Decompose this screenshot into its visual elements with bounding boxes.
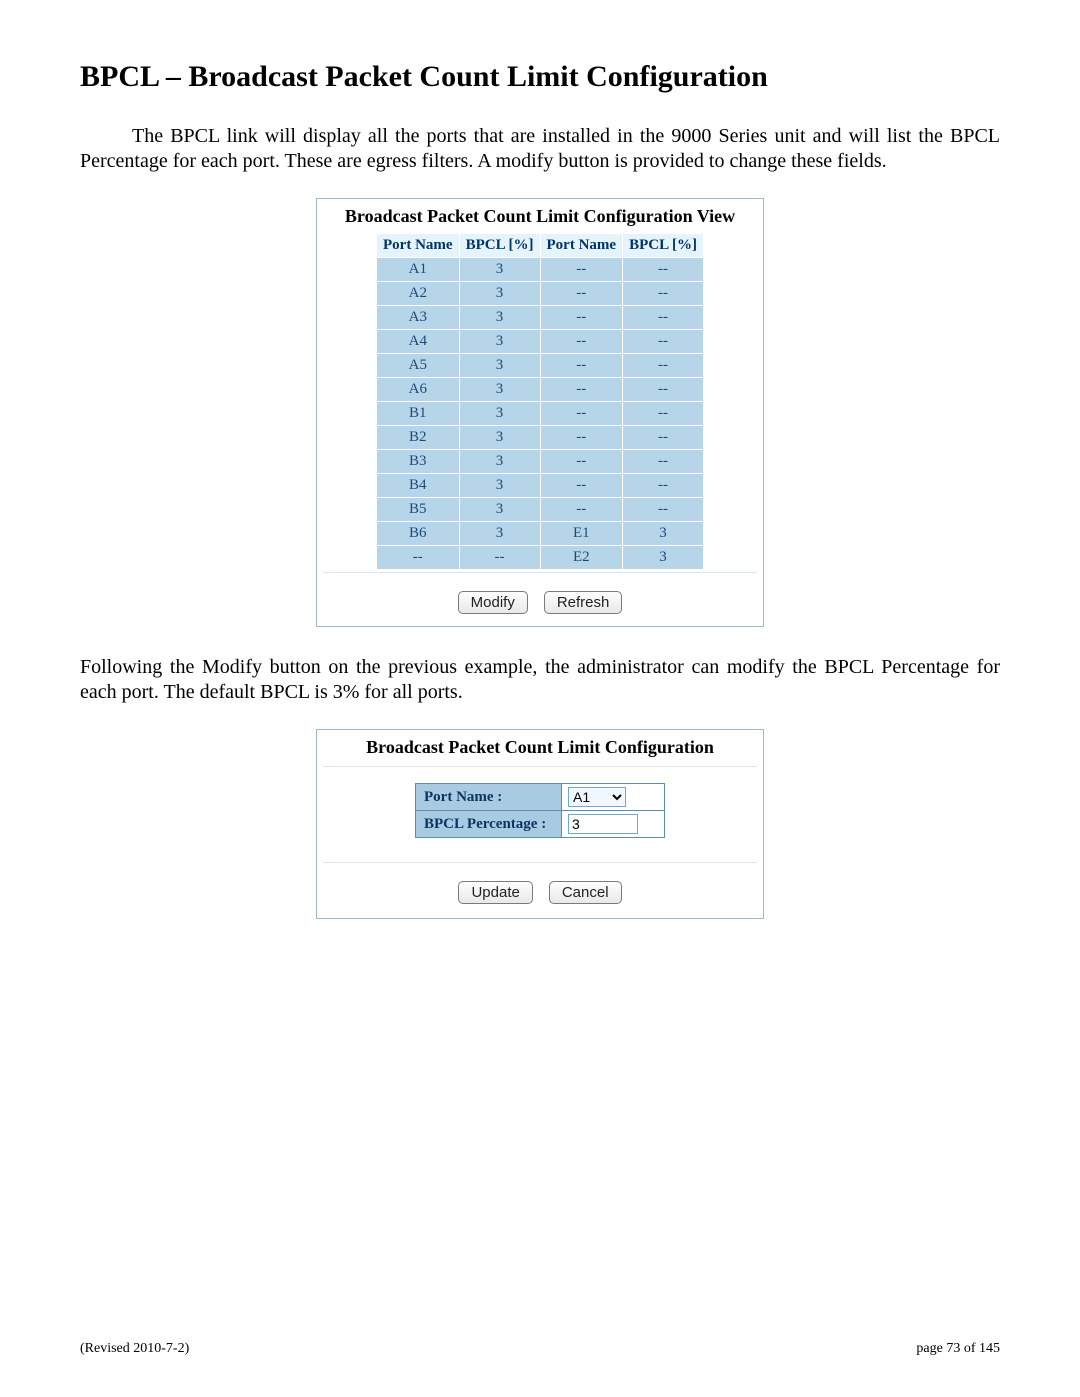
cell-bpcl: 3: [623, 522, 704, 546]
col-bpcl-1: BPCL [%]: [459, 234, 540, 258]
cell-bpcl: 3: [459, 402, 540, 426]
divider: [323, 572, 757, 573]
cell-port: --: [377, 546, 460, 570]
cancel-button[interactable]: Cancel: [549, 881, 622, 904]
cell-port: B2: [377, 426, 460, 450]
table-row: A63----: [377, 378, 704, 402]
bpcl-table: Port Name BPCL [%] Port Name BPCL [%] A1…: [376, 233, 704, 570]
cell-port: E2: [540, 546, 623, 570]
modify-button[interactable]: Modify: [458, 591, 528, 614]
table-row: B43----: [377, 474, 704, 498]
cell-bpcl: --: [623, 498, 704, 522]
table-row: A33----: [377, 306, 704, 330]
divider: [323, 862, 757, 863]
cell-port: A1: [377, 258, 460, 282]
cell-bpcl: 3: [459, 474, 540, 498]
cell-port: --: [540, 450, 623, 474]
cell-bpcl: --: [623, 306, 704, 330]
table-row: B23----: [377, 426, 704, 450]
cell-bpcl: 3: [459, 378, 540, 402]
bpcl-edit-panel: Broadcast Packet Count Limit Configurati…: [316, 729, 764, 919]
edit-form: Port Name : A1 BPCL Percentage :: [415, 783, 665, 838]
table-row: B13----: [377, 402, 704, 426]
cell-bpcl: 3: [459, 426, 540, 450]
footer-page-number: page 73 of 145: [916, 1341, 1000, 1357]
table-row: B63E13: [377, 522, 704, 546]
cell-port: A5: [377, 354, 460, 378]
cell-port: A4: [377, 330, 460, 354]
cell-bpcl: 3: [459, 354, 540, 378]
bpcl-percentage-label: BPCL Percentage :: [416, 811, 562, 838]
cell-port: --: [540, 402, 623, 426]
bpcl-view-panel: Broadcast Packet Count Limit Configurati…: [316, 198, 764, 627]
cell-port: --: [540, 354, 623, 378]
cell-bpcl: 3: [459, 498, 540, 522]
col-bpcl-2: BPCL [%]: [623, 234, 704, 258]
col-port-name-2: Port Name: [540, 234, 623, 258]
table-row: A53----: [377, 354, 704, 378]
cell-port: --: [540, 498, 623, 522]
bpcl-edit-title: Broadcast Packet Count Limit Configurati…: [323, 736, 757, 764]
col-port-name-1: Port Name: [377, 234, 460, 258]
cell-port: A3: [377, 306, 460, 330]
port-name-label: Port Name :: [416, 784, 562, 811]
table-row: A43----: [377, 330, 704, 354]
cell-bpcl: --: [623, 282, 704, 306]
cell-bpcl: --: [623, 402, 704, 426]
cell-port: B3: [377, 450, 460, 474]
cell-bpcl: --: [459, 546, 540, 570]
cell-bpcl: --: [623, 258, 704, 282]
cell-port: --: [540, 474, 623, 498]
cell-bpcl: --: [623, 378, 704, 402]
cell-bpcl: --: [623, 450, 704, 474]
mid-paragraph: Following the Modify button on the previ…: [80, 655, 1000, 705]
update-button[interactable]: Update: [458, 881, 532, 904]
cell-port: A6: [377, 378, 460, 402]
cell-bpcl: 3: [459, 306, 540, 330]
page-title: BPCL – Broadcast Packet Count Limit Conf…: [80, 60, 1000, 94]
footer-revised: (Revised 2010-7-2): [80, 1341, 189, 1357]
cell-bpcl: --: [623, 330, 704, 354]
cell-bpcl: 3: [459, 330, 540, 354]
cell-port: --: [540, 282, 623, 306]
cell-bpcl: --: [623, 426, 704, 450]
cell-port: B6: [377, 522, 460, 546]
table-row: A23----: [377, 282, 704, 306]
cell-bpcl: 3: [459, 522, 540, 546]
cell-bpcl: 3: [623, 546, 704, 570]
cell-port: --: [540, 306, 623, 330]
cell-port: --: [540, 426, 623, 450]
cell-port: --: [540, 258, 623, 282]
table-row: ----E23: [377, 546, 704, 570]
cell-port: A2: [377, 282, 460, 306]
cell-port: B5: [377, 498, 460, 522]
cell-port: B1: [377, 402, 460, 426]
page-footer: (Revised 2010-7-2) page 73 of 145: [80, 1341, 1000, 1357]
cell-port: B4: [377, 474, 460, 498]
cell-bpcl: 3: [459, 450, 540, 474]
cell-bpcl: 3: [459, 282, 540, 306]
cell-port: --: [540, 378, 623, 402]
cell-port: --: [540, 330, 623, 354]
cell-bpcl: 3: [459, 258, 540, 282]
intro-paragraph: The BPCL link will display all the ports…: [80, 124, 1000, 174]
table-row: A13----: [377, 258, 704, 282]
port-name-select[interactable]: A1: [568, 787, 626, 807]
cell-bpcl: --: [623, 474, 704, 498]
table-row: B33----: [377, 450, 704, 474]
bpcl-percentage-input[interactable]: [568, 814, 638, 834]
refresh-button[interactable]: Refresh: [544, 591, 623, 614]
table-row: B53----: [377, 498, 704, 522]
divider: [323, 766, 757, 767]
bpcl-view-title: Broadcast Packet Count Limit Configurati…: [323, 205, 757, 233]
cell-port: E1: [540, 522, 623, 546]
cell-bpcl: --: [623, 354, 704, 378]
